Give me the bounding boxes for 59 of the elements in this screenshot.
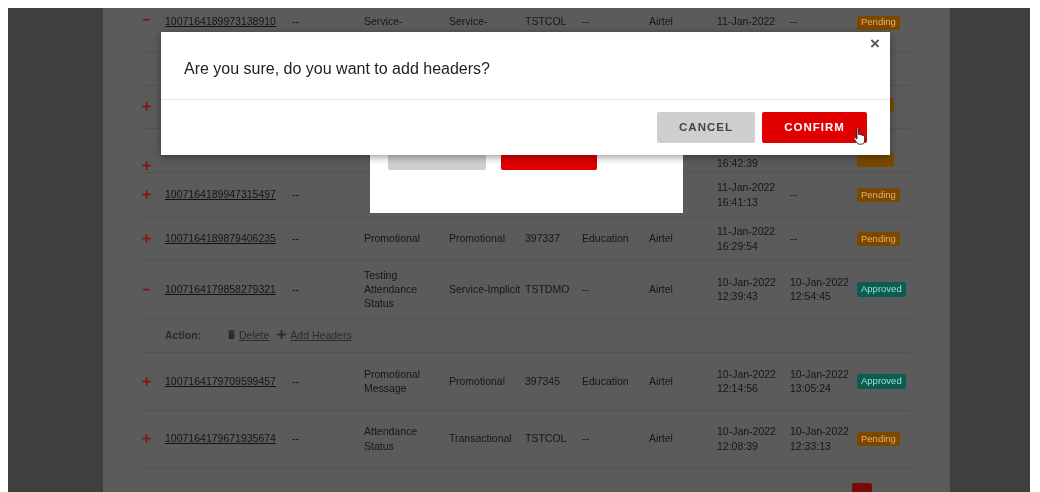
status-badge: Approved <box>857 374 906 389</box>
table-cell: 10-Jan-2022 13:05:24 <box>788 352 855 410</box>
table-cell: -- <box>290 410 362 467</box>
table-cell: -- <box>290 172 362 217</box>
table-cell: -- <box>580 260 647 318</box>
plus-icon[interactable] <box>142 102 151 111</box>
table-cell: -- <box>788 172 855 217</box>
table-cell: Airtel <box>647 410 715 467</box>
table-cell: Attendance Status <box>362 410 447 467</box>
table-cell: 10-Jan-2022 12:33:13 <box>788 410 855 467</box>
table-cell: Education <box>580 217 647 260</box>
plus-icon[interactable] <box>142 160 151 170</box>
record-id-link[interactable]: 1007164189973138910 <box>165 15 276 27</box>
table-cell: 397337 <box>523 217 580 260</box>
table-cell: -- <box>290 352 362 410</box>
status-badge: Pending <box>857 431 900 447</box>
cancel-button[interactable]: CANCEL <box>657 112 755 143</box>
table-cell: Promotional <box>447 217 523 260</box>
status-badge: Pending <box>857 231 900 247</box>
table-cell: -- <box>580 410 647 467</box>
table-cell: 10-Jan-2022 12:14:56 <box>715 352 788 410</box>
table-cell: Transactional <box>447 410 523 467</box>
status-badge: Approved <box>857 282 906 297</box>
table-cell: Promotional <box>362 217 447 260</box>
trash-icon <box>228 330 235 340</box>
record-id-link[interactable]: 1007164179671935674 <box>165 432 276 445</box>
table-cell: Service-Implicit <box>447 260 523 318</box>
table-cell: -- <box>290 260 362 318</box>
plus-icon[interactable] <box>142 376 151 386</box>
table-cell: 10-Jan-2022 12:39:43 <box>715 260 788 318</box>
table-cell: Testing Attendance Status <box>362 260 447 318</box>
table-cell: -- <box>290 217 362 260</box>
table-cell: TSTCOL <box>523 410 580 467</box>
table-cell: 397345 <box>523 352 580 410</box>
status-badge: Pending <box>857 187 900 203</box>
table-cell: Education <box>580 352 647 410</box>
table-cell: -- <box>788 217 855 260</box>
record-id-link[interactable]: 1007164179858279321 <box>165 282 276 295</box>
table-cell: Airtel <box>647 260 715 318</box>
table-cell: Airtel <box>647 217 715 260</box>
table-cell: 11-Jan-2022 16:29:54 <box>715 217 788 260</box>
plus-icon[interactable] <box>142 434 151 443</box>
record-id-link[interactable]: 1007164179709599457 <box>165 374 276 387</box>
table-cell: 10-Jan-2022 12:08:39 <box>715 410 788 467</box>
record-id-link[interactable]: 1007164189947315497 <box>165 188 276 201</box>
hand-cursor-icon <box>853 127 867 145</box>
table-cell: TSTDMO <box>523 260 580 318</box>
table-cell: 11-Jan-2022 16:41:13 <box>715 172 788 217</box>
table-cell: Promotional Message <box>362 352 447 410</box>
confirm-button[interactable]: CONFIRM <box>762 112 867 143</box>
record-id-link[interactable]: 1007164189879406235 <box>165 232 276 245</box>
table-cell: Airtel <box>647 352 715 410</box>
table-cell: Promotional <box>447 352 523 410</box>
status-badge: Pending <box>857 16 900 30</box>
plus-icon <box>277 330 287 340</box>
plus-icon[interactable] <box>142 234 151 243</box>
close-button[interactable]: × <box>866 34 884 55</box>
plus-icon[interactable] <box>142 190 151 199</box>
table-cell: 10-Jan-2022 12:54:45 <box>788 260 855 318</box>
